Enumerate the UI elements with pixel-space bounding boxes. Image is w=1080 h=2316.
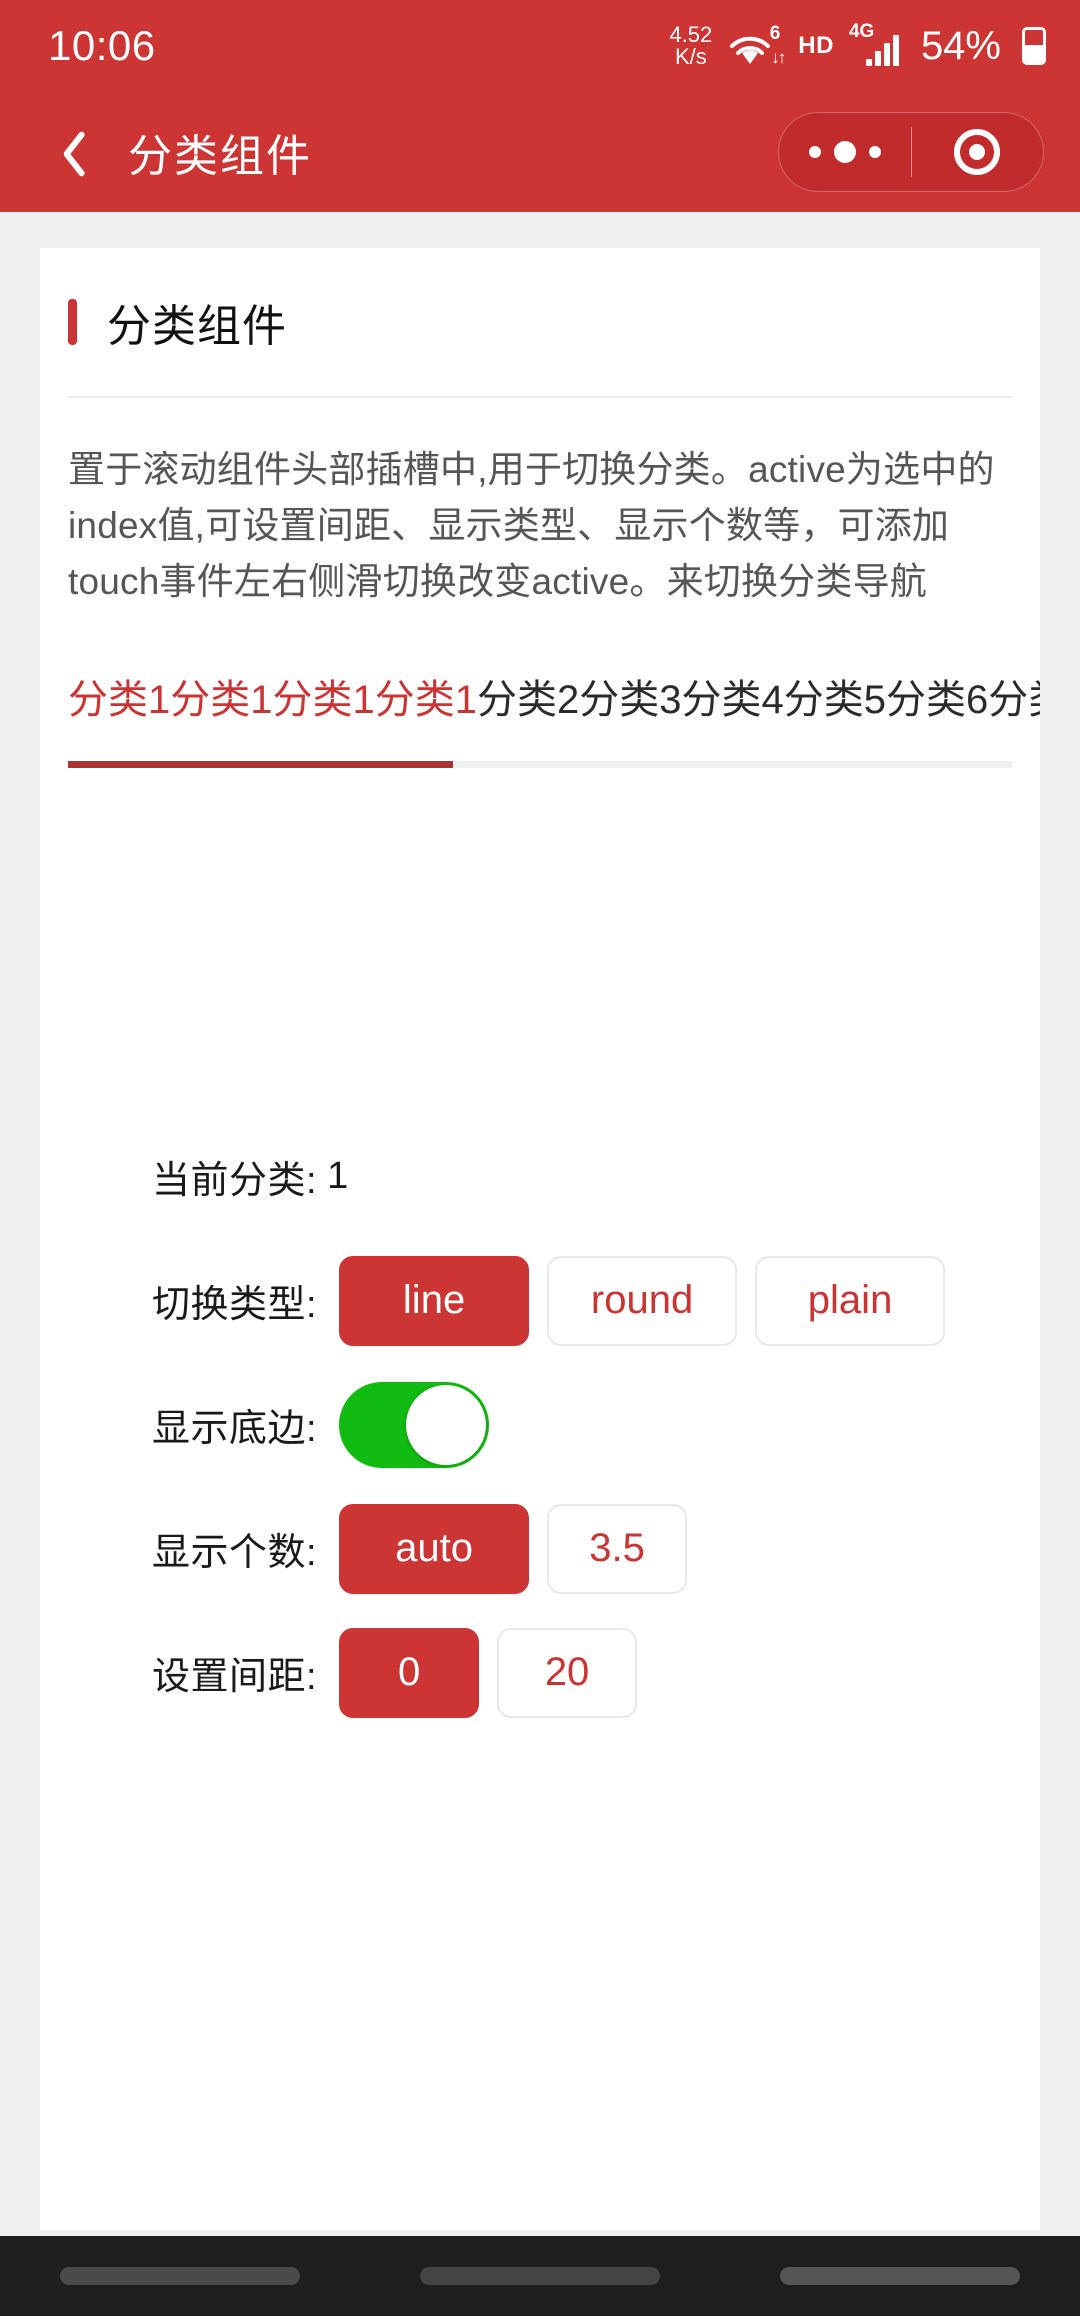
nav-home-pill[interactable] [420, 2267, 660, 2285]
header-divider [68, 396, 1012, 398]
status-clock: 10:06 [48, 22, 156, 69]
switch-type-option-line[interactable]: line [339, 1255, 530, 1346]
tab-category-4[interactable]: 分类4 [681, 667, 783, 725]
network-type-label: 4G [848, 21, 875, 42]
target-circle-icon[interactable] [912, 129, 1044, 175]
wifi-generation-label: 6 [769, 23, 781, 44]
toggle-knob [406, 1384, 487, 1465]
network-speed-unit: K/s [674, 44, 707, 69]
battery-percent-label: 54% [920, 23, 1001, 68]
tab-category-7[interactable]: 分类7 [988, 667, 1040, 725]
gap-row: 设置间距: 0 20 [152, 1624, 1040, 1722]
tab-category-5[interactable]: 分类5 [784, 667, 886, 725]
network-speed-value: 4.52 [669, 21, 713, 47]
battery-icon [1022, 27, 1046, 65]
cellular-signal-icon: 4G [849, 21, 899, 66]
status-indicators: 4.52 K/s 6 ↓↑ HD 4G 54% [669, 21, 1046, 69]
current-category-value: 1 [327, 1155, 349, 1198]
page-title: 分类组件 [128, 132, 312, 181]
card-header: 分类组件 [40, 248, 1040, 354]
gap-option-20[interactable]: 20 [497, 1627, 638, 1718]
show-count-label: 显示个数: [152, 1532, 318, 1575]
hd-call-label: HD [798, 32, 834, 59]
show-count-option-3-5[interactable]: 3.5 [547, 1503, 688, 1594]
switch-type-option-plain[interactable]: plain [755, 1255, 946, 1346]
back-icon[interactable] [46, 122, 90, 182]
nav-recents-pill[interactable] [780, 2267, 1020, 2285]
show-bottom-row: 显示底边: [152, 1376, 1040, 1474]
show-bottom-toggle[interactable] [339, 1381, 490, 1468]
tab-category-3[interactable]: 分类3 [579, 667, 681, 725]
accent-bar [68, 299, 77, 345]
tab-category-1[interactable]: 分类1分类1分类1分类1 [68, 667, 477, 725]
show-bottom-label: 显示底边: [152, 1408, 318, 1451]
show-count-option-auto[interactable]: auto [339, 1503, 530, 1594]
gap-option-0[interactable]: 0 [339, 1627, 480, 1718]
controls-panel: 当前分类: 1 切换类型: line round plain 显示底边: 显示个… [40, 1128, 1040, 1722]
tab-category-6[interactable]: 分类6 [886, 667, 988, 725]
wifi-traffic-arrows-icon: ↓↑ [771, 48, 786, 67]
switch-type-row: 切换类型: line round plain [152, 1252, 1040, 1350]
phone-screen: 10:06 4.52 K/s 6 ↓↑ HD 4G 54% 分类组件 分类组件 … [0, 0, 1080, 2316]
current-category-row: 当前分类: 1 [152, 1128, 1040, 1226]
app-nav-bar: 分类组件 [0, 92, 1080, 212]
ellipsis-icon[interactable] [779, 141, 911, 163]
network-speed-indicator: 4.52 K/s [669, 21, 713, 69]
category-tabs-row[interactable]: 分类1分类1分类1分类1 分类2 分类3 分类4 分类5 分类6 分类7 [68, 667, 1040, 725]
switch-type-option-round[interactable]: round [547, 1255, 738, 1346]
android-navigation-bar [0, 2236, 1080, 2316]
show-count-row: 显示个数: auto 3.5 [152, 1500, 1040, 1598]
tab-category-2[interactable]: 分类2 [477, 667, 579, 725]
gap-label: 设置间距: [152, 1656, 318, 1699]
card-description: 置于滚动组件头部插槽中,用于切换分类。active为选中的index值,可设置间… [68, 449, 995, 603]
switch-type-label: 切换类型: [152, 1284, 318, 1327]
nav-back-pill[interactable] [60, 2267, 300, 2285]
miniprogram-capsule[interactable] [778, 112, 1044, 192]
card-title: 分类组件 [107, 302, 287, 351]
tabs-track [68, 760, 1012, 768]
wifi-icon: 6 ↓↑ [728, 23, 786, 67]
content-card: 分类组件 置于滚动组件头部插槽中,用于切换分类。active为选中的index值… [40, 248, 1040, 2230]
category-tabs[interactable]: 分类1分类1分类1分类1 分类2 分类3 分类4 分类5 分类6 分类7 [40, 667, 1040, 725]
status-bar: 10:06 4.52 K/s 6 ↓↑ HD 4G 54% [0, 0, 1080, 92]
tabs-active-underline [68, 760, 453, 768]
current-category-label: 当前分类: [152, 1160, 318, 1203]
